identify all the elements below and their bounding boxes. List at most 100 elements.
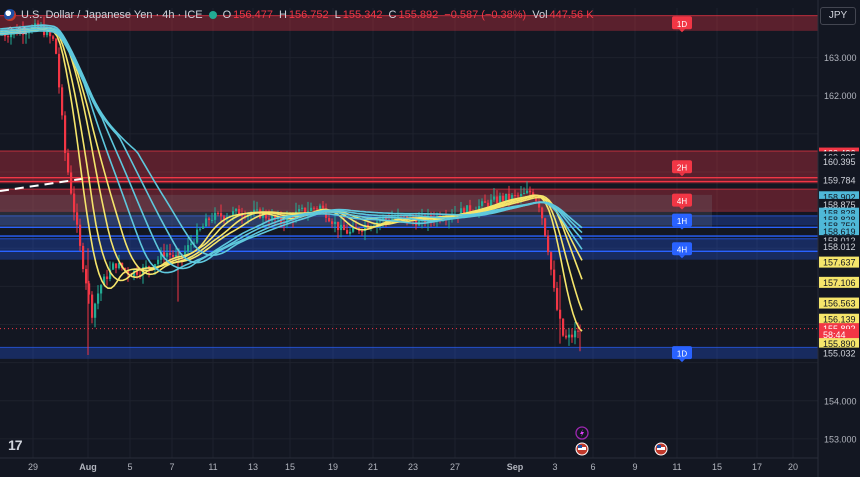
- x-tick-label: 27: [450, 462, 460, 472]
- candle-body: [361, 230, 364, 232]
- candle-body: [187, 245, 190, 252]
- y-tick-label: 163.000: [824, 53, 857, 63]
- high-value: 156.752: [288, 9, 329, 21]
- candle-body: [529, 190, 532, 193]
- zone-tag-label: 1D: [677, 350, 687, 359]
- candle-body: [235, 208, 238, 212]
- zone-tag-label: 1H: [677, 217, 687, 226]
- candle-body: [544, 218, 547, 236]
- candle-body: [508, 193, 511, 200]
- x-tick-label: 29: [28, 462, 38, 472]
- candle-body: [502, 195, 505, 201]
- x-tick-label: 20: [788, 462, 798, 472]
- candle-body: [316, 208, 319, 210]
- indicator-count: 11: [17, 26, 28, 37]
- lightning-icon[interactable]: [575, 426, 589, 440]
- candle-body: [571, 334, 574, 338]
- candle-body: [190, 243, 193, 246]
- candle-body: [157, 259, 160, 265]
- status-dot-icon: [208, 11, 217, 19]
- candle-body: [79, 224, 82, 246]
- candle-body: [337, 221, 340, 231]
- y-tick-label: 162.000: [824, 91, 857, 101]
- event-flag-icon[interactable]: [654, 442, 668, 456]
- x-tick-label: 11: [672, 462, 681, 472]
- candle-body: [97, 293, 100, 304]
- price-label: 158.012: [823, 242, 856, 252]
- candle-body: [484, 201, 487, 203]
- candle-body: [196, 229, 199, 243]
- price-label: 159.784: [823, 176, 856, 186]
- candle-body: [100, 285, 103, 294]
- low-value: 155.342: [342, 9, 383, 21]
- symbol-title[interactable]: U.S. Dollar / Japanese Yen · 4h · ICE: [21, 9, 203, 21]
- close-value: 155.892: [398, 9, 439, 21]
- candle-body: [547, 235, 550, 253]
- zone-tag-label: 1D: [677, 20, 687, 29]
- low-label: L: [334, 9, 341, 21]
- candle-body: [523, 193, 526, 195]
- chart-root: 1D 2H 4H 1H 4H 1D 153.000 154.000 162.000 163.000…: [0, 0, 860, 477]
- candle-body: [214, 212, 217, 220]
- candle-body: [94, 303, 97, 318]
- candle-body: [64, 115, 67, 153]
- candle-body: [313, 207, 316, 209]
- x-tick-label: 17: [752, 462, 762, 472]
- candle-body: [553, 269, 556, 288]
- close-label: C: [388, 9, 397, 21]
- candle-body: [52, 36, 55, 39]
- candle-body: [346, 230, 349, 234]
- x-tick-label: 6: [590, 462, 595, 472]
- y-tick-label: 153.000: [824, 434, 857, 444]
- candle-body: [106, 276, 109, 280]
- x-tick-label: Sep: [507, 462, 524, 472]
- usd-flag-icon: [4, 9, 16, 21]
- zone-tag-label: 4H: [677, 246, 687, 255]
- x-tick-label: 21: [368, 462, 378, 472]
- candle-body: [499, 195, 502, 203]
- candle-body: [115, 263, 118, 269]
- candle-body: [82, 245, 85, 269]
- zone-5: [0, 347, 818, 359]
- price-chart[interactable]: 1D 2H 4H 1H 4H 1D 153.000 154.000 162.000 163.000…: [0, 0, 860, 477]
- price-label: 157.637: [823, 258, 856, 268]
- flag-canton: [657, 445, 661, 448]
- tradingview-logo-icon[interactable]: 17: [8, 437, 23, 453]
- flag-canton: [578, 445, 582, 448]
- candle-body: [202, 226, 205, 229]
- zone-4: [0, 238, 818, 260]
- candle-body: [55, 38, 58, 54]
- candle-body: [208, 218, 211, 221]
- candle-body: [574, 330, 577, 338]
- candle-body: [76, 212, 79, 225]
- event-flag-icon[interactable]: [575, 442, 589, 456]
- candle-body: [550, 252, 553, 270]
- currency-selector[interactable]: JPY: [820, 7, 856, 25]
- candle-body: [199, 228, 202, 230]
- candle-body: [331, 221, 334, 224]
- x-tick-label: 9: [632, 462, 637, 472]
- candle-body: [517, 195, 520, 197]
- price-label: 155.890: [823, 339, 856, 349]
- candle-body: [112, 263, 115, 270]
- candle-body: [172, 255, 175, 257]
- x-tick-label: 23: [408, 462, 418, 472]
- candle-body: [349, 231, 352, 234]
- x-tick-label: 19: [328, 462, 338, 472]
- candle-body: [73, 193, 76, 213]
- volume-label: Vol: [532, 9, 548, 21]
- candle-body: [85, 268, 88, 284]
- zone-tag-label: 4H: [677, 197, 687, 206]
- candle-body: [217, 212, 220, 214]
- candle-body: [493, 196, 496, 200]
- candle-body: [220, 213, 223, 217]
- candle-body: [481, 201, 484, 206]
- candle-body: [487, 202, 490, 207]
- change-value: −0.587 (−0.38%): [444, 9, 527, 21]
- indicator-legend-toggle[interactable]: ⌃ 11: [6, 26, 28, 37]
- y-tick-label: 154.000: [824, 396, 857, 406]
- candle-body: [514, 195, 517, 197]
- candle-body: [496, 196, 499, 203]
- x-tick-label: 5: [127, 462, 132, 472]
- candle-body: [166, 253, 169, 257]
